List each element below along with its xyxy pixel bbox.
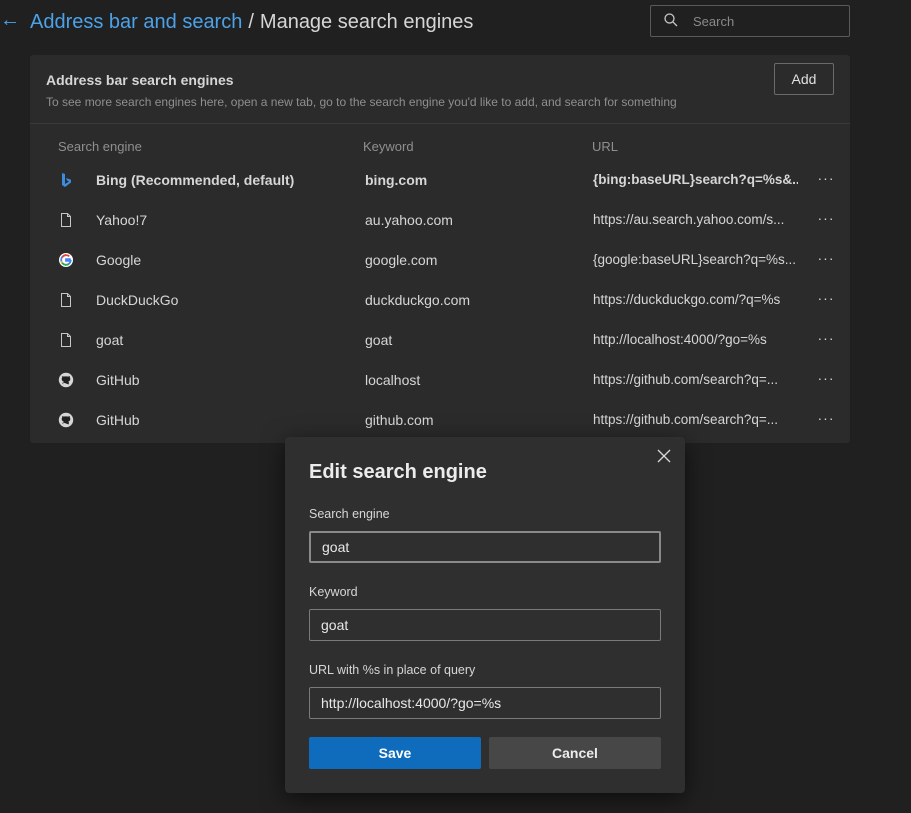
settings-search-box[interactable] [650, 5, 850, 37]
search-icon [664, 13, 678, 27]
breadcrumb-separator: / [248, 11, 254, 33]
table-row[interactable]: Google google.com {google:baseURL}search… [30, 240, 850, 280]
engine-url: https://github.com/search?q=... [593, 412, 778, 427]
more-options-button[interactable]: ··· [814, 288, 838, 312]
more-options-button[interactable]: ··· [814, 368, 838, 392]
table-row[interactable]: GitHub localhost https://github.com/sear… [30, 360, 850, 400]
engine-name: Google [96, 252, 142, 268]
dialog-title: Edit search engine [309, 461, 487, 483]
engine-name: Bing (Recommended, default) [96, 172, 295, 188]
close-icon[interactable] [655, 447, 673, 465]
google-icon [59, 253, 73, 267]
engine-url: https://au.search.yahoo.com/s... [593, 212, 785, 227]
engine-name: DuckDuckGo [96, 292, 179, 308]
table-row[interactable]: Yahoo!7 au.yahoo.com https://au.search.y… [30, 200, 850, 240]
edit-search-engine-dialog: Edit search engine Search engine Keyword… [285, 437, 685, 793]
page-header: ← Address bar and search / Manage search e… [0, 0, 911, 46]
github-icon [58, 372, 74, 388]
engine-keyword: github.com [365, 412, 434, 428]
search-input[interactable] [691, 6, 841, 36]
engine-url: {google:baseURL}search?q=%s... [593, 252, 797, 267]
engine-keyword: duckduckgo.com [365, 292, 471, 308]
url-field[interactable] [309, 687, 661, 719]
more-options-button[interactable]: ··· [814, 408, 838, 432]
panel-description: To see more search engines here, open a … [46, 95, 677, 109]
document-icon [61, 213, 71, 227]
url-label: URL with %s in place of query [309, 663, 476, 677]
engine-name: GitHub [96, 412, 140, 428]
table-row[interactable]: Bing (Recommended, default) bing.com {bi… [30, 160, 850, 200]
search-engine-field[interactable] [309, 531, 661, 563]
engine-keyword: goat [365, 332, 393, 348]
more-options-button[interactable]: ··· [814, 328, 838, 352]
column-header-keyword: Keyword [363, 139, 414, 154]
document-icon [61, 333, 71, 347]
engine-url: http://localhost:4000/?go=%s [593, 332, 767, 347]
keyword-label: Keyword [309, 585, 358, 599]
engine-name: goat [96, 332, 124, 348]
breadcrumb: Address bar and search / Manage search eng… [30, 10, 473, 34]
table-row[interactable]: GitHub github.com https://github.com/sea… [30, 400, 850, 440]
engine-url: https://duckduckgo.com/?q=%s [593, 292, 781, 307]
save-button[interactable]: Save [309, 737, 481, 769]
more-options-button[interactable]: ··· [814, 168, 838, 192]
engine-keyword: google.com [365, 252, 438, 268]
more-options-button[interactable]: ··· [814, 208, 838, 232]
engine-url: {bing:baseURL}search?q=%s&... [593, 172, 798, 187]
page-title: Manage search engines [259, 11, 474, 33]
divider [30, 123, 850, 124]
back-arrow-icon[interactable]: ← [0, 9, 20, 31]
engine-name: Yahoo!7 [96, 212, 148, 228]
column-header-url: URL [592, 139, 619, 154]
keyword-field[interactable] [309, 609, 661, 641]
table-row[interactable]: goat goat http://localhost:4000/?go=%s ·… [30, 320, 850, 360]
engine-keyword: localhost [365, 372, 421, 388]
document-icon [61, 293, 71, 307]
search-engine-label: Search engine [309, 507, 390, 521]
engine-keyword: au.yahoo.com [365, 212, 453, 228]
table-row[interactable]: DuckDuckGo duckduckgo.com https://duckdu… [30, 280, 850, 320]
breadcrumb-parent-link[interactable]: Address bar and search [30, 11, 242, 33]
engine-name: GitHub [96, 372, 140, 388]
search-engines-panel: Address bar search engines To see more s… [30, 55, 850, 443]
panel-title: Address bar search engines [46, 72, 234, 88]
column-header-search-engine: Search engine [58, 139, 142, 154]
more-options-button[interactable]: ··· [814, 248, 838, 272]
add-button[interactable]: Add [774, 63, 834, 95]
cancel-button[interactable]: Cancel [489, 737, 661, 769]
engine-url: https://github.com/search?q=... [593, 372, 778, 387]
github-icon [58, 412, 74, 428]
bing-icon [62, 173, 71, 187]
engine-keyword: bing.com [365, 172, 428, 188]
